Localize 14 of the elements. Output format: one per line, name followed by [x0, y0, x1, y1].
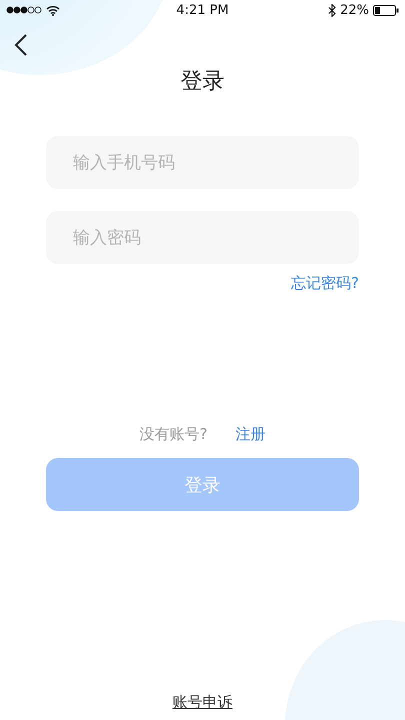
forgot-password-link[interactable]: 忘记密码?	[291, 274, 359, 293]
input-field[interactable]: 输入手机号码	[46, 136, 359, 189]
back-icon[interactable]	[14, 34, 28, 56]
bluetooth-icon	[328, 4, 336, 16]
signup-link[interactable]: 注册	[235, 425, 266, 444]
wifi-icon	[46, 4, 60, 16]
signup-prompt: 没有账号?	[140, 425, 208, 444]
page-title: 登录	[180, 68, 226, 96]
signal-icon	[6, 6, 42, 14]
account-appeal-link[interactable]: 账号申诉	[172, 693, 232, 712]
status-time: 4:21 PM	[176, 2, 229, 18]
input-field[interactable]: 输入密码	[46, 211, 359, 264]
battery-icon	[372, 4, 399, 16]
battery-percent: 22%	[340, 2, 369, 18]
